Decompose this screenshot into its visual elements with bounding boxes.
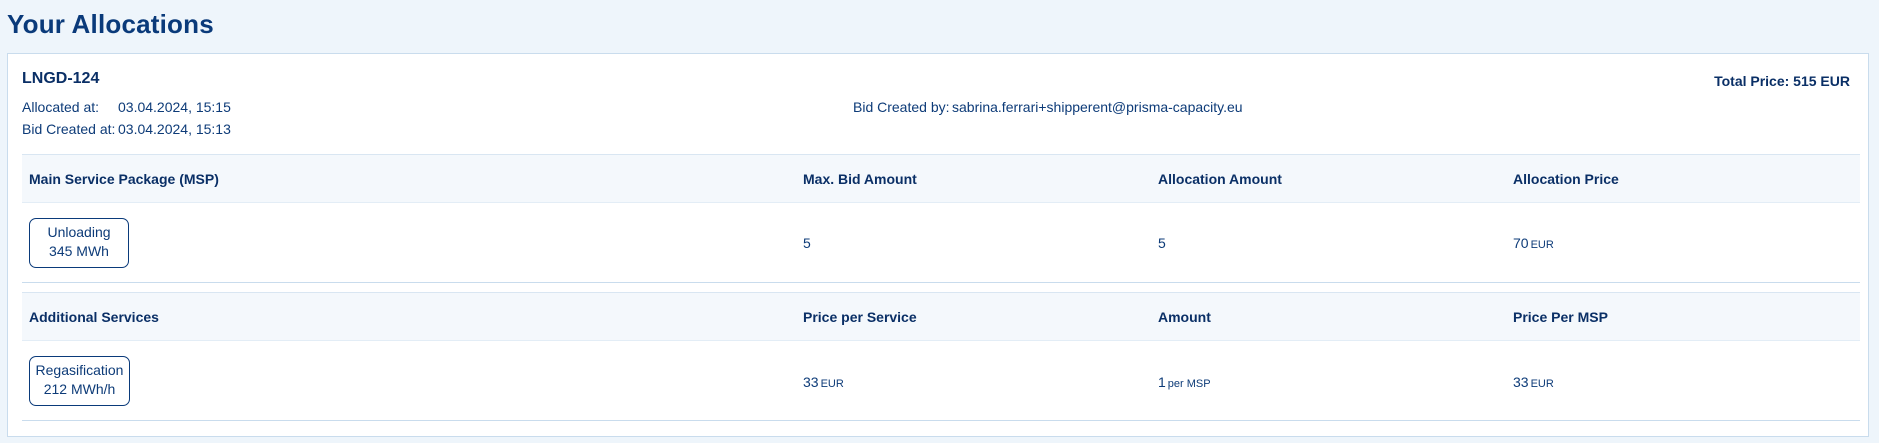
additional-header-amount: Amount [1158,309,1211,325]
additional-services-section: Additional Services Price per Service Am… [22,292,1860,421]
bid-created-by-label: Bid Created by: [853,99,950,115]
additional-price-per-msp-value: 33 [1513,374,1529,390]
msp-header-max-bid: Max. Bid Amount [803,171,917,187]
msp-header-allocation-amount: Allocation Amount [1158,171,1282,187]
additional-table-row: Regasification 212 MWh/h 33 EUR 1 per MSP … [22,341,1860,421]
msp-allocation-price-value: 70 [1513,235,1529,251]
bid-created-by-value: sabrina.ferrari+shipperent@prisma-capaci… [952,99,1243,115]
additional-service-capacity: 212 MWh/h [43,381,116,397]
msp-max-bid-value: 5 [803,235,811,251]
msp-section: Main Service Package (MSP) Max. Bid Amou… [22,154,1860,283]
additional-service-name: Regasification [35,362,124,378]
additional-price-per-msp-unit: EUR [1530,378,1554,390]
additional-header-price-per-msp: Price Per MSP [1513,309,1608,325]
bid-created-at-label: Bid Created at: [22,121,116,137]
msp-service-tag: Unloading 345 MWh [29,218,129,268]
additional-service-tag: Regasification 212 MWh/h [29,356,130,406]
msp-allocation-amount: 5 [1158,235,1166,251]
additional-price-per-service: 33 EUR [803,374,844,390]
total-price: Total Price: 515 EUR [1714,73,1850,89]
additional-table-header: Additional Services Price per Service Am… [22,292,1860,341]
additional-header-price-per-service: Price per Service [803,309,917,325]
allocated-at-value: 03.04.2024, 15:15 [118,99,231,115]
page-title: Your Allocations [7,9,214,39]
msp-table-row: Unloading 345 MWh 5 5 70 EUR [22,203,1860,283]
msp-header-package: Main Service Package (MSP) [29,171,219,187]
additional-price-per-service-unit: EUR [820,378,844,390]
msp-max-bid-amount: 5 [803,235,811,251]
additional-header-services: Additional Services [29,309,159,325]
additional-amount-unit: per MSP [1167,378,1211,390]
allocated-at-label: Allocated at: [22,99,100,115]
bid-created-at-value: 03.04.2024, 15:13 [118,121,231,137]
msp-table-header: Main Service Package (MSP) Max. Bid Amou… [22,154,1860,203]
additional-amount: 1 per MSP [1158,374,1211,390]
msp-service-name: Unloading [47,224,111,240]
additional-price-per-msp: 33 EUR [1513,374,1554,390]
allocation-id: LNGD-124 [22,70,100,87]
additional-price-per-service-value: 33 [803,374,819,390]
msp-service-capacity: 345 MWh [49,243,109,259]
additional-amount-value: 1 [1158,374,1166,390]
msp-allocation-amount-value: 5 [1158,235,1166,251]
allocation-card: LNGD-124 Total Price: 515 EUR Allocated … [7,53,1869,437]
msp-header-allocation-price: Allocation Price [1513,171,1619,187]
msp-allocation-price: 70 EUR [1513,235,1554,251]
msp-allocation-price-unit: EUR [1530,239,1554,251]
